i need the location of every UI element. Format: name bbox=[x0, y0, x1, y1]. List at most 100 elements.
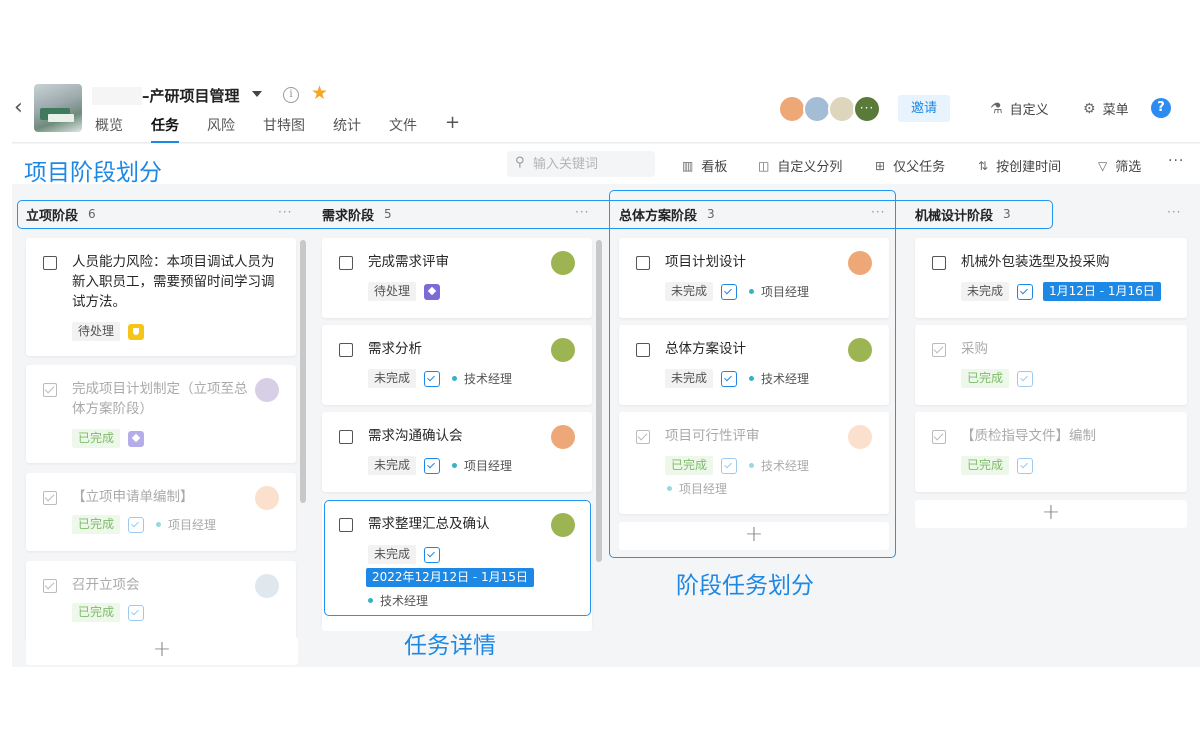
task-checkbox[interactable] bbox=[43, 579, 57, 593]
filter-label: 筛选 bbox=[1115, 160, 1142, 175]
board-view-button[interactable]: ▥ 看板 bbox=[682, 156, 728, 176]
task-card[interactable]: 召开立项会 已完成 bbox=[26, 561, 296, 641]
search-icon: ⚲ bbox=[515, 155, 525, 170]
task-checkbox[interactable] bbox=[932, 343, 946, 357]
avatar[interactable] bbox=[551, 425, 575, 449]
task-card[interactable]: 采购 已完成 bbox=[915, 325, 1187, 405]
more-icon[interactable]: ··· bbox=[1168, 153, 1184, 169]
task-checkbox[interactable] bbox=[43, 383, 57, 397]
task-meta: 未完成 1月12日 - 1月16日 bbox=[961, 282, 1161, 301]
sliders-icon: ⚙ bbox=[1083, 100, 1096, 117]
task-checkbox[interactable] bbox=[932, 430, 946, 444]
add-tab-icon[interactable]: + bbox=[445, 114, 460, 141]
chevron-down-icon[interactable] bbox=[252, 91, 262, 97]
assignee-role: 技术经理 bbox=[452, 370, 512, 387]
task-meta: 未完成 技术经理 bbox=[368, 369, 512, 388]
tab-gantt[interactable]: 甘特图 bbox=[263, 115, 305, 141]
custom-group-button[interactable]: ◫ 自定义分列 bbox=[758, 156, 843, 176]
task-card[interactable]: 需求沟通确认会 未完成 项目经理 bbox=[322, 412, 592, 492]
avatar[interactable] bbox=[828, 95, 856, 123]
status-badge: 已完成 bbox=[72, 603, 121, 622]
tab-overview[interactable]: 概览 bbox=[95, 115, 123, 141]
column-scrollbar[interactable] bbox=[300, 240, 306, 503]
tab-risks[interactable]: 风险 bbox=[207, 115, 235, 141]
task-type-icon bbox=[1017, 283, 1034, 300]
board-label: 看板 bbox=[701, 160, 728, 175]
avatar[interactable] bbox=[255, 486, 279, 510]
project-tabs: 概览 任务 风险 甘特图 统计 文件 + bbox=[95, 114, 460, 143]
add-task-button[interactable]: + bbox=[26, 637, 298, 665]
project-header: ‹ –产研项目管理 i ★ 概览 任务 风险 甘特图 统计 文件 + ··· 邀… bbox=[12, 77, 1200, 143]
task-meta: 未完成 项目经理 bbox=[368, 456, 512, 475]
column-menu-icon[interactable]: ··· bbox=[1167, 205, 1181, 219]
back-icon[interactable]: ‹ bbox=[14, 97, 23, 119]
risk-shield-icon bbox=[128, 323, 145, 340]
avatar[interactable] bbox=[551, 251, 575, 275]
task-card[interactable]: 【立项申请单编制】 已完成 项目经理 bbox=[26, 473, 296, 551]
search-input[interactable] bbox=[533, 154, 648, 174]
task-type-icon bbox=[424, 370, 441, 387]
task-type-icon bbox=[1017, 370, 1034, 387]
task-meta: 待处理 bbox=[368, 282, 441, 301]
task-checkbox[interactable] bbox=[932, 256, 946, 270]
task-meta: 已完成 bbox=[961, 456, 1034, 475]
stage-task-highlight-box bbox=[609, 190, 896, 558]
task-checkbox[interactable] bbox=[43, 491, 57, 505]
due-date-badge[interactable]: 1月12日 - 1月16日 bbox=[1043, 282, 1161, 301]
task-card[interactable]: 完成需求评审 待处理 bbox=[322, 238, 592, 318]
search-box[interactable]: ⚲ bbox=[507, 151, 655, 177]
more-members-icon[interactable]: ··· bbox=[853, 95, 881, 123]
invite-button[interactable]: 邀请 bbox=[898, 95, 950, 122]
menu-button[interactable]: ⚙ 菜单 bbox=[1083, 99, 1129, 119]
task-meta: 待处理 bbox=[72, 322, 145, 341]
task-type-icon bbox=[128, 604, 145, 621]
status-badge: 未完成 bbox=[368, 456, 417, 475]
avatar[interactable] bbox=[255, 574, 279, 598]
customize-label: 自定义 bbox=[1009, 103, 1049, 118]
sort-button[interactable]: ⇅ 按创建时间 bbox=[978, 156, 1061, 176]
task-card[interactable]: 完成项目计划制定（立项至总体方案阶段） 已完成 bbox=[26, 365, 296, 463]
task-meta: 已完成 项目经理 bbox=[72, 515, 216, 534]
task-title: 【质检指导文件】编制 bbox=[961, 428, 1096, 444]
flask-icon: ⚗ bbox=[990, 100, 1003, 117]
sort-icon: ⇅ bbox=[978, 158, 989, 173]
custom-group-label: 自定义分列 bbox=[777, 160, 843, 175]
status-badge: 未完成 bbox=[961, 282, 1010, 301]
status-badge: 已完成 bbox=[72, 429, 121, 448]
avatar[interactable] bbox=[551, 338, 575, 362]
column-scrollbar[interactable] bbox=[596, 240, 602, 562]
task-checkbox[interactable] bbox=[339, 430, 353, 444]
star-icon[interactable]: ★ bbox=[311, 83, 328, 103]
tab-tasks[interactable]: 任务 bbox=[151, 115, 179, 143]
avatar[interactable] bbox=[255, 378, 279, 402]
task-checkbox[interactable] bbox=[339, 343, 353, 357]
filter-button[interactable]: ▽ 筛选 bbox=[1098, 156, 1142, 176]
task-detail-annotation-label: 任务详情 bbox=[404, 633, 496, 659]
task-title: 采购 bbox=[961, 341, 988, 357]
task-checkbox[interactable] bbox=[339, 256, 353, 270]
filter-icon: ▽ bbox=[1098, 158, 1108, 173]
status-badge: 已完成 bbox=[72, 515, 121, 534]
task-meta: 已完成 bbox=[72, 429, 145, 448]
task-card[interactable]: 【质检指导文件】编制 已完成 bbox=[915, 412, 1187, 492]
tab-files[interactable]: 文件 bbox=[389, 115, 417, 141]
task-checkbox[interactable] bbox=[43, 256, 57, 270]
tab-stats[interactable]: 统计 bbox=[333, 115, 361, 141]
status-badge: 待处理 bbox=[368, 282, 417, 301]
task-card[interactable]: 需求分析 未完成 技术经理 bbox=[322, 325, 592, 405]
customize-button[interactable]: ⚗ 自定义 bbox=[990, 99, 1049, 119]
avatar[interactable] bbox=[778, 95, 806, 123]
info-icon[interactable]: i bbox=[283, 87, 299, 103]
task-title: 召开立项会 bbox=[72, 577, 140, 593]
task-card[interactable]: 人员能力风险：本项目调试人员为新入职员工，需要预留时间学习调试方法。 待处理 bbox=[26, 238, 296, 356]
help-icon[interactable]: ? bbox=[1151, 98, 1171, 118]
task-toolbar: ⚲ ▥ 看板 ◫ 自定义分列 ⊞ 仅父任务 ⇅ 按创建时间 ▽ 筛选 ··· bbox=[12, 144, 1200, 184]
parent-only-button[interactable]: ⊞ 仅父任务 bbox=[875, 156, 945, 176]
avatar[interactable] bbox=[803, 95, 831, 123]
task-card[interactable]: 机械外包装选型及投采购 未完成 1月12日 - 1月16日 bbox=[915, 238, 1187, 318]
add-task-button[interactable]: + bbox=[915, 500, 1187, 528]
project-title[interactable]: –产研项目管理 bbox=[142, 85, 240, 106]
task-type-icon bbox=[128, 516, 145, 533]
hierarchy-icon: ⊞ bbox=[875, 158, 886, 173]
member-avatars[interactable]: ··· bbox=[778, 95, 881, 123]
